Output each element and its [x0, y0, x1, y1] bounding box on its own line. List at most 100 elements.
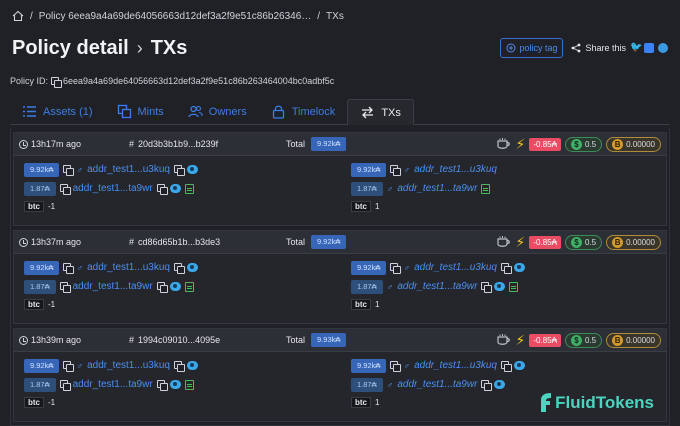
bitcoin-icon: B [612, 236, 624, 248]
asset-ticker: btc [24, 200, 44, 212]
io-row: 1.87₳ ♂ addr_test1...ta9wr [351, 279, 666, 294]
copy-icon[interactable] [59, 282, 71, 293]
page-title: Policy detail › TXs [12, 37, 187, 60]
io-row: 9.92k₳ ♂ addr_test1...u3kuq [351, 358, 666, 373]
asset-ticker: btc [24, 298, 44, 310]
tab-timelock[interactable]: Timelock [259, 99, 348, 124]
document-icon[interactable] [509, 281, 519, 292]
amount-pill: 1.87₳ [351, 377, 383, 392]
address-link[interactable]: addr_test1...ta9wr [73, 183, 153, 194]
fluidtokens-logo: FluidTokens [539, 392, 654, 414]
view-icon[interactable] [494, 282, 506, 291]
copy-icon[interactable] [51, 76, 63, 88]
address-link[interactable]: addr_test1...u3kuq [87, 360, 170, 371]
tx-hash[interactable]: #20d3b3b1b9...b239f [129, 139, 279, 149]
copy-icon[interactable] [59, 380, 71, 391]
copy-icon[interactable] [156, 282, 168, 293]
amount-pill: 9.92k₳ [351, 162, 387, 177]
copy-icon[interactable] [390, 361, 402, 372]
tx-inputs: 9.92k₳ ♂ addr_test1...u3kuq 1.87₳ addr_test… [14, 156, 339, 212]
asset-row: btc 1 [351, 298, 666, 310]
document-icon[interactable] [184, 281, 194, 292]
policy-id-value: 6eea9a4a69de64056663d12def3a2f9e51c86b26… [63, 76, 335, 86]
tx-hash[interactable]: #1994c09010...4095e [129, 335, 279, 345]
tab-owners[interactable]: Owners [176, 99, 259, 124]
tx-inputs: 9.92k₳ ♂ addr_test1...u3kuq 1.87₳ addr_test… [14, 254, 339, 310]
address-link[interactable]: addr_test1...u3kuq [87, 164, 170, 175]
tx-delta-badge: -0.85₳ [529, 333, 561, 347]
view-icon[interactable] [186, 263, 198, 272]
document-icon[interactable] [184, 183, 194, 194]
tx-delta-badge: -0.85₳ [529, 137, 561, 151]
address-link[interactable]: addr_test1...u3kuq [87, 262, 170, 273]
view-icon[interactable] [513, 361, 525, 370]
copy-icon[interactable] [63, 263, 75, 274]
btc-chip: B 0.00000 [606, 136, 661, 152]
copy-icon[interactable] [173, 361, 185, 372]
copy-icon[interactable] [173, 165, 185, 176]
copy-icon[interactable] [59, 184, 71, 195]
address-link[interactable]: addr_test1...ta9wr [397, 281, 477, 292]
document-icon[interactable] [184, 379, 194, 390]
address-link[interactable]: addr_test1...ta9wr [73, 281, 153, 292]
view-icon[interactable] [513, 263, 525, 272]
copy-icon[interactable] [500, 263, 512, 274]
amount-pill: 9.92k₳ [24, 162, 60, 177]
telegram-icon[interactable] [658, 43, 668, 53]
address-link[interactable]: addr_test1...ta9wr [397, 183, 477, 194]
copy-icon[interactable] [481, 282, 493, 293]
amount-pill: 9.92k₳ [351, 260, 387, 275]
document-icon[interactable] [481, 183, 491, 194]
asset-row: btc -1 [24, 200, 339, 212]
dollar-chip: $0.5 [564, 136, 603, 152]
copy-icon[interactable] [156, 380, 168, 391]
dollar-icon: $ [570, 334, 582, 346]
asset-ticker: btc [351, 298, 371, 310]
view-icon[interactable] [169, 380, 181, 389]
io-row: 1.87₳ addr_test1...ta9wr [24, 279, 339, 294]
lightning-icon: ⚡ [515, 136, 526, 152]
view-icon[interactable] [494, 380, 506, 389]
tab-txs[interactable]: TXs [347, 99, 414, 125]
copy-icon[interactable] [156, 184, 168, 195]
view-icon[interactable] [186, 361, 198, 370]
view-icon[interactable] [186, 165, 198, 174]
tx-hash[interactable]: # cd86d65b1b...b3de3 [129, 237, 279, 247]
address-link[interactable]: addr_test1...u3kuq [414, 360, 497, 371]
tx-delta-badge: -0.85₳ [529, 235, 561, 249]
facebook-icon[interactable] [644, 43, 654, 53]
policy-id-label: Policy ID: [10, 76, 49, 86]
dollar-icon: $ [570, 138, 582, 150]
copy-icon[interactable] [481, 380, 493, 391]
copy-icon[interactable] [63, 165, 75, 176]
breadcrumb-current: TXs [326, 10, 344, 22]
address-link[interactable]: addr_test1...u3kuq [414, 164, 497, 175]
btc-value: 0.00000 [626, 335, 655, 345]
view-icon[interactable] [169, 184, 181, 193]
address-link[interactable]: addr_test1...u3kuq [414, 262, 497, 273]
copy-icon[interactable] [390, 165, 402, 176]
copy-icon[interactable] [173, 263, 185, 274]
bitcoin-icon: B [612, 334, 624, 346]
breadcrumb: / Policy 6eea9a4a69de64056663d12def3a2f9… [12, 10, 670, 22]
asset-row: btc -1 [24, 298, 339, 310]
io-row: 1.87₳ addr_test1...ta9wr [24, 377, 339, 392]
tx-total-value: 9.93k₳ [311, 333, 347, 347]
breadcrumb-policy-link[interactable]: Policy 6eea9a4a69de64056663d12def3a2f9e5… [39, 11, 311, 22]
copy-icon[interactable] [500, 361, 512, 372]
address-link[interactable]: addr_test1...ta9wr [73, 379, 153, 390]
twitter-icon[interactable]: 🐦 [630, 43, 642, 53]
copy-icon[interactable] [390, 263, 402, 274]
asset-qty: -1 [48, 201, 56, 211]
address-link[interactable]: addr_test1...ta9wr [397, 379, 477, 390]
copy-icon[interactable] [63, 361, 75, 372]
tab-mints[interactable]: Mints [105, 99, 176, 124]
home-icon[interactable] [12, 10, 24, 22]
tab-assets[interactable]: Assets (1) [10, 99, 105, 124]
amount-pill: 1.87₳ [24, 279, 56, 294]
view-icon[interactable] [169, 282, 181, 291]
hash-icon: # [129, 139, 135, 149]
btc-value: 0.00000 [626, 139, 655, 149]
policy-tag-button[interactable]: policy tag [500, 38, 564, 58]
page-title-sub: TXs [150, 36, 188, 59]
